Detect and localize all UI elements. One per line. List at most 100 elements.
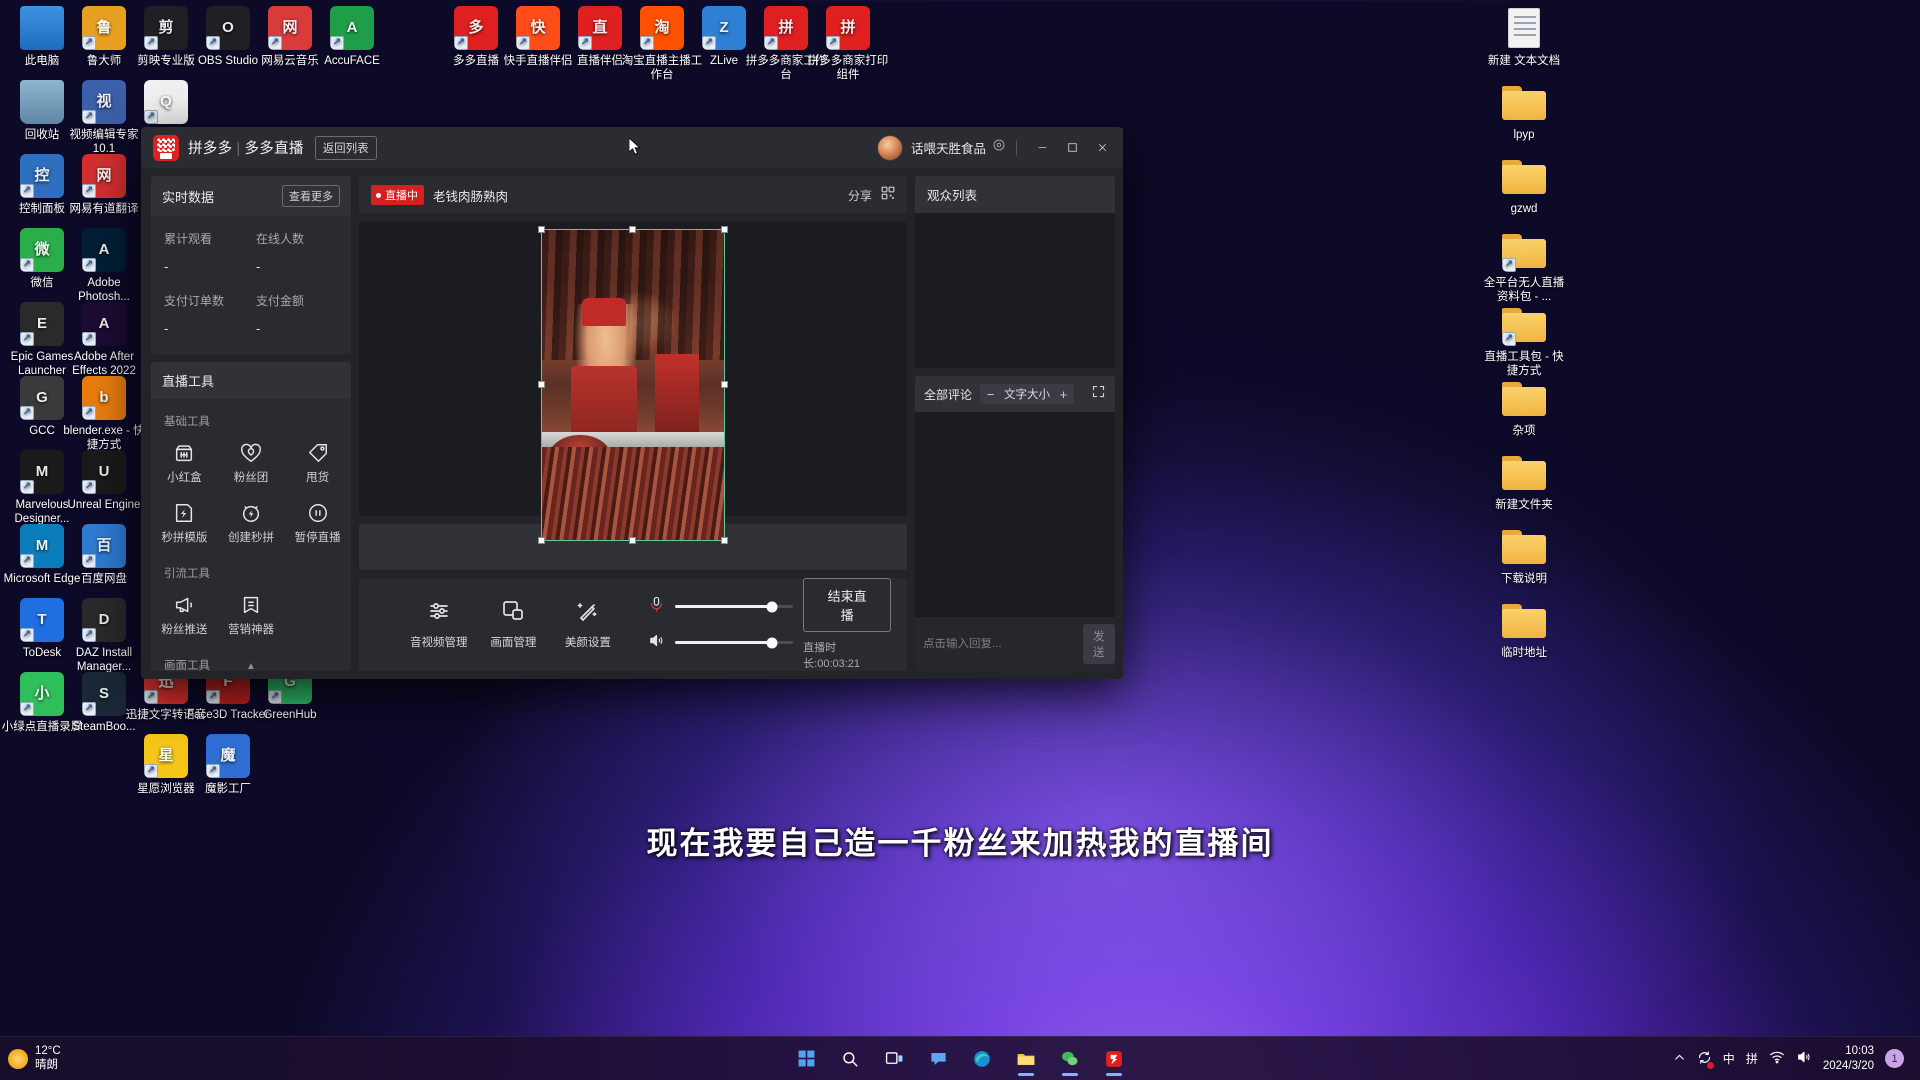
desktop-icon-label: 新建文件夹	[1495, 499, 1553, 511]
expand-icon[interactable]	[1091, 384, 1106, 404]
volume-icon[interactable]	[1796, 1049, 1812, 1068]
increase-text-size-button[interactable]: +	[1057, 387, 1070, 402]
desktop-icon[interactable]: gzwd	[1482, 154, 1566, 216]
shortcut-arrow-icon: ↗	[516, 36, 530, 50]
stat-value: -	[256, 259, 261, 274]
audio-video-settings-label: 音视频管理	[410, 637, 468, 649]
ime-mode-indicator[interactable]: 中	[1723, 1050, 1735, 1067]
speaker-slider-knob[interactable]	[766, 637, 778, 648]
desktop-icon[interactable]: 临时地址	[1482, 598, 1566, 660]
resize-handle-bottom-right[interactable]	[721, 537, 728, 544]
desktop-icon[interactable]: ↗ 全平台无人直播资料包 - ...	[1482, 228, 1566, 305]
chevron-up-icon[interactable]	[1673, 1051, 1686, 1067]
decrease-text-size-button[interactable]: −	[984, 387, 997, 402]
edge-button[interactable]	[962, 1040, 1002, 1078]
desktop-icon[interactable]: 新建 文本文档	[1482, 6, 1566, 68]
back-to-list-button[interactable]: 返回列表	[314, 135, 377, 160]
avatar[interactable]	[876, 134, 903, 161]
app-icon: 直 ↗	[578, 6, 622, 50]
tools-scroll-area[interactable]: 基础工具 小红盒 粉丝团 甩货 秒拼模版 创建秒拼 暂停直播 引流工具 粉丝推送 营销神器 画面工具…	[151, 399, 351, 671]
stream-preview-area[interactable]	[359, 222, 907, 544]
app-icon: 拼 ↗	[764, 6, 808, 50]
minimize-button[interactable]	[1027, 134, 1057, 162]
resize-handle-bottom-left[interactable]	[538, 537, 545, 544]
tool-item-暂停直播[interactable]: 暂停直播	[284, 493, 351, 553]
weather-temperature: 12°C	[35, 1045, 61, 1058]
viewer-list-body[interactable]	[915, 213, 1115, 368]
end-stream-button[interactable]: 结束直播	[803, 578, 892, 632]
gear-icon[interactable]	[992, 138, 1006, 157]
resize-handle-middle-left[interactable]	[538, 381, 545, 388]
audio-video-settings-button[interactable]: 音视频管理	[407, 599, 472, 650]
end-stream-column: 结束直播 直播时长:00:03:21	[803, 578, 892, 671]
stream-title: 老钱肉肠熟肉	[433, 189, 509, 204]
qr-code-icon[interactable]	[881, 186, 895, 205]
desktop-icon[interactable]: ↗ 直播工具包 - 快捷方式	[1482, 302, 1566, 379]
search-button[interactable]	[830, 1040, 870, 1078]
beauty-settings-button[interactable]: 美颜设置	[556, 599, 621, 650]
desktop-icon[interactable]: lpyp	[1482, 80, 1566, 142]
desktop-icon[interactable]: 新建文件夹	[1482, 450, 1566, 512]
tool-item-小红盒[interactable]: 小红盒	[151, 433, 218, 493]
video-source-frame[interactable]	[538, 226, 728, 544]
notification-badge[interactable]: 1	[1885, 1049, 1904, 1068]
microphone-volume-slider[interactable]	[675, 601, 794, 612]
magic-wand-icon	[576, 599, 600, 628]
all-comments-tab[interactable]: 全部评论	[924, 386, 972, 403]
close-button[interactable]	[1087, 134, 1117, 162]
sync-icon[interactable]	[1697, 1050, 1714, 1069]
resize-handle-top-center[interactable]	[629, 226, 636, 233]
video-person-hat	[582, 298, 626, 327]
task-view-button[interactable]	[874, 1040, 914, 1078]
view-more-button[interactable]: 查看更多	[282, 185, 340, 207]
tool-item-营销神器[interactable]: 营销神器	[218, 585, 285, 645]
tool-item-甩货[interactable]: 甩货	[284, 433, 351, 493]
resize-handle-bottom-center[interactable]	[629, 537, 636, 544]
tool-item-粉丝团[interactable]: 粉丝团	[218, 433, 285, 493]
desktop-icon[interactable]: 魔 ↗ 魔影工厂	[186, 734, 270, 796]
live-dot-icon	[376, 192, 381, 198]
resize-handle-middle-right[interactable]	[721, 381, 728, 388]
screen-management-button[interactable]: 画面管理	[481, 599, 546, 650]
share-button[interactable]: 分享	[848, 187, 872, 204]
shortcut-arrow-icon: ↗	[82, 332, 96, 346]
chat-button[interactable]	[918, 1040, 958, 1078]
comment-input[interactable]	[923, 638, 1077, 650]
tool-item-label: 粉丝团	[233, 472, 269, 484]
resize-handle-top-left[interactable]	[538, 226, 545, 233]
taskbar-clock[interactable]: 10:03 2024/3/20	[1823, 1044, 1874, 1074]
tool-item-创建秒拼[interactable]: 创建秒拼	[218, 493, 285, 553]
desktop-icon-label: 此电脑	[24, 55, 60, 67]
stat-label: 累计观看	[164, 232, 213, 246]
resize-handle-top-right[interactable]	[721, 226, 728, 233]
desktop-icon[interactable]: A ↗ AccuFACE	[310, 6, 394, 68]
start-button[interactable]	[786, 1040, 826, 1078]
folder-icon	[1502, 154, 1546, 198]
send-comment-button[interactable]: 发送	[1083, 624, 1115, 664]
maximize-button[interactable]	[1057, 134, 1087, 162]
microphone-icon[interactable]	[648, 596, 665, 618]
desktop-icon[interactable]: U ↗ Unreal Engine	[62, 450, 146, 512]
comments-list[interactable]	[915, 412, 1115, 617]
wechat-button[interactable]	[1050, 1040, 1090, 1078]
microphone-slider-knob[interactable]	[766, 601, 778, 612]
desktop-icon[interactable]: 百 ↗ 百度网盘	[62, 524, 146, 586]
desktop-icon[interactable]: 下载说明	[1482, 524, 1566, 586]
explorer-button[interactable]	[1006, 1040, 1046, 1078]
desktop-icon[interactable]: 拼 ↗ 拼多多商家打印组件	[806, 6, 890, 83]
desktop-icon[interactable]: 杂项	[1482, 376, 1566, 438]
wifi-icon[interactable]	[1769, 1049, 1785, 1068]
chevron-up-icon[interactable]: ▲	[246, 661, 256, 671]
speaker-volume-slider[interactable]	[675, 637, 794, 648]
desktop-icon-label: Unreal Engine	[67, 499, 141, 511]
app-icon: Z ↗	[702, 6, 746, 50]
weather-widget[interactable]: 12°C 晴朗	[8, 1045, 61, 1071]
ime-pinyin-indicator[interactable]: 拼	[1746, 1050, 1758, 1067]
sliders-icon	[427, 599, 451, 628]
microphone-slider-fill	[675, 605, 772, 608]
tool-item-粉丝推送[interactable]: 粉丝推送	[151, 585, 218, 645]
speaker-icon[interactable]	[648, 632, 665, 654]
pdd-button[interactable]	[1094, 1040, 1134, 1078]
tool-item-秒拼模版[interactable]: 秒拼模版	[151, 493, 218, 553]
stat-label: 支付订单数	[164, 294, 225, 308]
